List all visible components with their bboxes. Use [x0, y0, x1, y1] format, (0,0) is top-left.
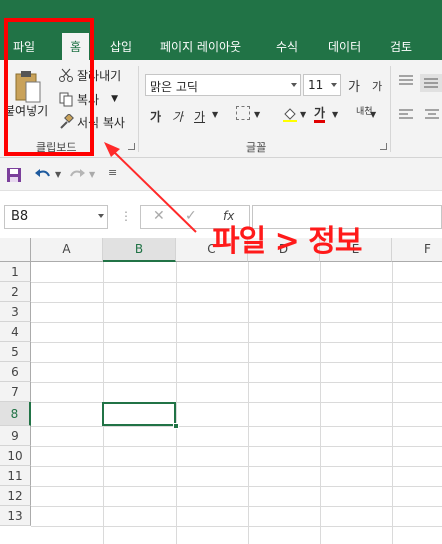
chevron-down-icon[interactable]: ▼	[300, 110, 306, 119]
chevron-down-icon	[331, 83, 337, 87]
tab-review[interactable]: 검토	[390, 38, 412, 55]
align-left-icon[interactable]	[398, 108, 414, 123]
annotation-highlight-box	[4, 18, 94, 156]
chevron-down-icon	[291, 83, 297, 87]
fill-handle[interactable]	[173, 423, 179, 429]
save-icon[interactable]	[6, 167, 22, 183]
grow-font-button[interactable]: 가	[348, 76, 360, 95]
enter-icon[interactable]: ✓	[185, 208, 197, 224]
font-name-select[interactable]: 맑은 고딕	[145, 74, 301, 96]
chevron-down-icon[interactable]: ▼	[254, 110, 260, 119]
font-launcher-icon[interactable]	[380, 143, 387, 150]
chevron-down-icon[interactable]: ▼	[332, 110, 338, 119]
tab-page-layout[interactable]: 페이지 레이아웃	[160, 38, 241, 55]
chevron-down-icon[interactable]: ▼	[370, 110, 376, 119]
quick-access-toolbar: ▼ ▼ ≡	[0, 158, 442, 190]
font-name-value: 맑은 고딕	[150, 80, 198, 94]
font-color-button[interactable]: 가	[314, 106, 326, 123]
row-header[interactable]: 9	[0, 426, 31, 446]
tab-insert[interactable]: 삽입	[110, 38, 132, 55]
row-header[interactable]: 11	[0, 466, 31, 486]
gridline	[31, 282, 442, 283]
chevron-down-icon[interactable]: ▼	[111, 94, 118, 104]
select-all-corner[interactable]	[0, 238, 31, 262]
row-header[interactable]: 3	[0, 302, 31, 322]
name-box-value: B8	[11, 209, 29, 224]
font-size-select[interactable]: 11	[303, 74, 341, 96]
bold-button[interactable]: 가	[150, 108, 161, 125]
selected-cell-b8[interactable]	[102, 402, 176, 426]
gridline	[31, 446, 442, 447]
gridline	[176, 262, 177, 544]
gridline	[31, 466, 442, 467]
row-header[interactable]: 1	[0, 262, 31, 282]
tab-data[interactable]: 데이터	[328, 38, 361, 55]
row-header[interactable]: 4	[0, 322, 31, 342]
formula-bar-splitter[interactable]: ⋮	[120, 209, 132, 223]
row-header-selected[interactable]: 8	[0, 402, 31, 426]
chevron-down-icon[interactable]: ▼	[89, 170, 95, 179]
align-middle-icon[interactable]	[420, 74, 442, 92]
gridline	[31, 506, 442, 507]
chevron-down-icon	[98, 214, 104, 218]
customize-qat-icon[interactable]: ≡	[108, 166, 117, 179]
gridline	[31, 486, 442, 487]
align-center-icon[interactable]	[424, 108, 440, 123]
name-box[interactable]: B8	[4, 205, 108, 229]
row-header[interactable]: 10	[0, 446, 31, 466]
annotation-text: 파일 > 정보	[212, 224, 362, 259]
group-divider	[390, 66, 391, 152]
redo-icon[interactable]	[68, 167, 86, 183]
row-header[interactable]: 12	[0, 486, 31, 506]
tab-formulas[interactable]: 수식	[276, 38, 298, 55]
column-header-a[interactable]: A	[31, 238, 103, 262]
fill-color-icon[interactable]	[282, 106, 298, 125]
group-divider	[138, 66, 139, 152]
row-header[interactable]: 13	[0, 506, 31, 526]
cancel-icon[interactable]: ✕	[153, 208, 165, 224]
clipboard-launcher-icon[interactable]	[128, 143, 135, 150]
gridline	[392, 262, 393, 544]
column-header-b[interactable]: B	[103, 238, 176, 262]
font-size-value: 11	[308, 78, 324, 92]
undo-icon[interactable]	[34, 167, 52, 183]
gridline	[31, 302, 442, 303]
align-top-icon[interactable]	[398, 74, 414, 89]
gridline	[31, 426, 442, 427]
gridline	[31, 322, 442, 323]
border-icon[interactable]	[236, 106, 250, 120]
italic-button[interactable]: 가	[172, 108, 183, 125]
gridline	[31, 526, 442, 527]
chevron-down-icon[interactable]: ▼	[212, 110, 218, 119]
row-header[interactable]: 5	[0, 342, 31, 362]
row-header[interactable]: 6	[0, 362, 31, 382]
shrink-font-button[interactable]: 가	[372, 78, 382, 94]
gridline	[248, 262, 249, 544]
gridline	[31, 382, 442, 383]
sheet-grid[interactable]: A B C D E F 1 2 3 4 5 6 7 8 9 10 11 12 1…	[0, 238, 442, 544]
column-header-f[interactable]: F	[392, 238, 442, 262]
row-header[interactable]: 2	[0, 282, 31, 302]
row-header[interactable]: 7	[0, 382, 31, 402]
chevron-down-icon[interactable]: ▼	[55, 170, 61, 179]
font-group-label: 글꼴	[246, 141, 267, 154]
underline-button[interactable]: 가	[194, 108, 205, 125]
gridline	[31, 342, 442, 343]
gridline	[31, 362, 442, 363]
gridline	[320, 262, 321, 544]
gridline	[31, 402, 442, 403]
